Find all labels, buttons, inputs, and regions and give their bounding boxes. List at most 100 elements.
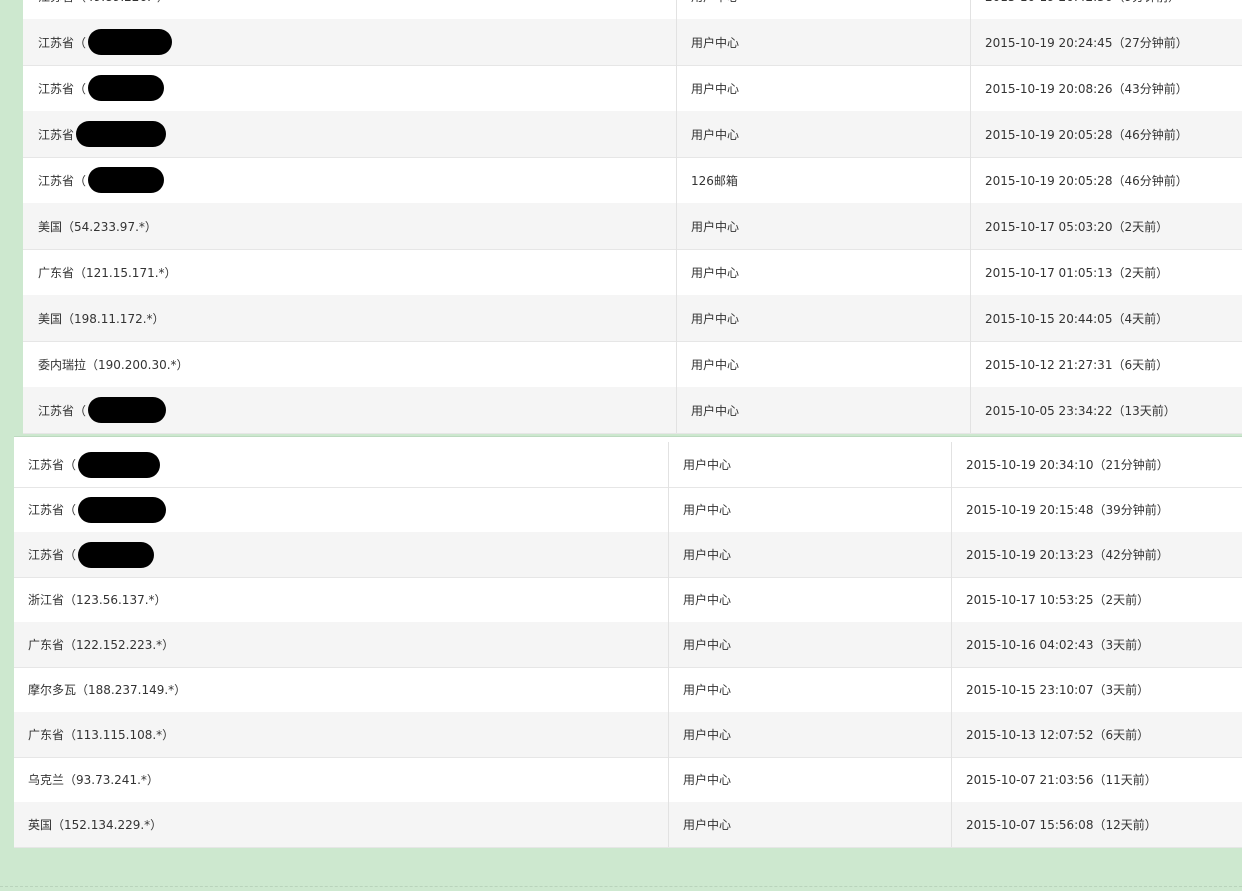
login-time-cell: 2015-10-17 10:53:25（2天前） bbox=[951, 577, 1149, 622]
table-row: 委内瑞拉（190.200.30.*） 用户中心 2015-10-12 21:27:3… bbox=[23, 341, 1242, 388]
login-time-text: 2015-10-19 20:05:28（46分钟前） bbox=[985, 173, 1188, 188]
location-text: 江苏省（ bbox=[28, 503, 77, 517]
table-row: 江苏省 用户中心 2015-10-19 20:05:28（46分钟前） bbox=[23, 111, 1242, 158]
location-cell: 江苏省 bbox=[38, 111, 167, 157]
login-time-text: 2015-10-17 05:03:20（2天前） bbox=[985, 219, 1169, 234]
table-row: 广东省（122.152.223.*） 用户中心 2015-10-16 04:02:4… bbox=[14, 622, 1242, 668]
login-time-cell: 2015-10-05 23:34:22（13天前） bbox=[970, 387, 1176, 433]
location-text: 美国（198.11.172.*） bbox=[38, 311, 165, 326]
redaction-mark bbox=[78, 496, 167, 523]
table-row: 江苏省（ 用户中心 2015-10-05 23:34:22（13天前） bbox=[23, 387, 1242, 434]
service-text: 用户中心 bbox=[691, 0, 739, 5]
location-cell: 江苏省（ bbox=[28, 532, 155, 577]
service-text: 用户中心 bbox=[691, 265, 740, 280]
login-time-cell: 2015-10-19 20:24:45（27分钟前） bbox=[970, 19, 1188, 65]
service-cell: 用户中心 bbox=[668, 442, 731, 487]
divider bbox=[0, 886, 1242, 887]
location-text: 乌克兰（93.73.241.*） bbox=[28, 773, 159, 787]
login-records-table-bottom: 江苏省（ 用户中心 2015-10-19 20:34:10（21分钟前） 江苏省（ 用户… bbox=[14, 436, 1242, 848]
login-time-text: 2015-10-17 01:05:13（2天前） bbox=[985, 265, 1169, 280]
location-text: 江苏省（ bbox=[28, 458, 77, 472]
table-row: 美国（54.233.97.*） 用户中心 2015-10-17 05:03:20（2… bbox=[23, 203, 1242, 250]
table-row: 江苏省（ 126邮箱 2015-10-19 20:05:28（46分钟前） bbox=[23, 157, 1242, 204]
location-text: 广东省（121.15.171.*） bbox=[38, 265, 177, 280]
login-time-text: 2015-10-15 23:10:07（3天前） bbox=[966, 683, 1150, 697]
login-time-cell: 2015-10-17 05:03:20（2天前） bbox=[970, 203, 1168, 249]
service-cell: 用户中心 bbox=[676, 387, 739, 433]
service-cell: 用户中心 bbox=[676, 65, 739, 111]
service-cell: 用户中心 bbox=[676, 19, 739, 65]
login-time-text: 2015-10-16 04:02:43（3天前） bbox=[966, 638, 1150, 652]
location-text: 委内瑞拉（190.200.30.*） bbox=[38, 357, 189, 372]
login-time-cell: 2015-10-15 20:44:05（4天前） bbox=[970, 295, 1168, 341]
login-time-cell: 2015-10-07 21:03:56（11天前） bbox=[951, 757, 1157, 802]
service-cell: 用户中心 bbox=[668, 667, 731, 712]
service-text: 用户中心 bbox=[691, 81, 740, 96]
location-cell: 江苏省（ bbox=[28, 487, 167, 532]
location-cell: 广东省（121.15.171.*） bbox=[38, 249, 177, 295]
redaction-mark bbox=[76, 121, 167, 147]
service-cell: 用户中心 bbox=[676, 249, 739, 295]
table-row: 广东省（121.15.171.*） 用户中心 2015-10-17 01:05:13… bbox=[23, 249, 1242, 296]
login-time-text: 2015-10-07 21:03:56（11天前） bbox=[966, 773, 1157, 787]
redaction-mark bbox=[88, 397, 167, 423]
service-text: 用户中心 bbox=[691, 127, 740, 142]
login-time-cell: 2015-10-19 20:15:48（39分钟前） bbox=[951, 487, 1169, 532]
table-row: 江苏省（ 用户中心 2015-10-19 20:08:26（43分钟前） bbox=[23, 65, 1242, 112]
service-text: 用户中心 bbox=[683, 503, 732, 517]
login-time-text: 2015-10-12 21:27:31（6天前） bbox=[985, 357, 1169, 372]
service-text: 用户中心 bbox=[683, 458, 732, 472]
service-text: 用户中心 bbox=[683, 773, 732, 787]
location-text: 江苏省 bbox=[38, 127, 75, 142]
table-row: 乌克兰（93.73.241.*） 用户中心 2015-10-07 21:03:56（… bbox=[14, 757, 1242, 803]
location-cell: 美国（54.233.97.*） bbox=[38, 203, 157, 249]
service-cell: 126邮箱 bbox=[676, 157, 738, 203]
table-row: 江苏省（ 用户中心 2015-10-19 20:24:45（27分钟前） bbox=[23, 19, 1242, 66]
login-time-cell: 2015-10-19 20:05:28（46分钟前） bbox=[970, 157, 1188, 203]
table-row: 广东省（113.115.108.*） 用户中心 2015-10-13 12:07:5… bbox=[14, 712, 1242, 758]
location-text: 江苏省（ bbox=[38, 81, 87, 96]
login-time-text: 2015-10-19 20:05:28（46分钟前） bbox=[985, 127, 1188, 142]
login-time-text: 2015-10-19 20:13:23（42分钟前） bbox=[966, 548, 1169, 562]
login-records-table-top: 江苏省（49.89.226.*） 用户中心 2015-10-19 20:42:36（… bbox=[23, 0, 1242, 434]
service-text: 用户中心 bbox=[683, 683, 732, 697]
service-cell: 用户中心 bbox=[668, 622, 731, 667]
location-cell: 浙江省（123.56.137.*） bbox=[28, 577, 167, 622]
service-text: 用户中心 bbox=[691, 357, 740, 372]
location-cell: 委内瑞拉（190.200.30.*） bbox=[38, 341, 189, 387]
service-text: 126邮箱 bbox=[691, 173, 738, 188]
service-cell: 用户中心 bbox=[676, 341, 739, 387]
login-time-cell: 2015-10-13 12:07:52（6天前） bbox=[951, 712, 1149, 757]
table-row: 英国（152.134.229.*） 用户中心 2015-10-07 15:56:08… bbox=[14, 802, 1242, 848]
table-row: 江苏省（ 用户中心 2015-10-19 20:15:48（39分钟前） bbox=[14, 487, 1242, 533]
location-text: 浙江省（123.56.137.*） bbox=[28, 593, 167, 607]
service-cell: 用户中心 bbox=[676, 295, 739, 341]
login-time-text: 2015-10-19 20:08:26（43分钟前） bbox=[985, 81, 1188, 96]
service-cell: 用户中心 bbox=[676, 203, 739, 249]
service-text: 用户中心 bbox=[683, 728, 732, 742]
location-text: 摩尔多瓦（188.237.149.*） bbox=[28, 683, 187, 697]
login-time-cell: 2015-10-17 01:05:13（2天前） bbox=[970, 249, 1168, 295]
login-time-text: 2015-10-19 20:34:10（21分钟前） bbox=[966, 458, 1169, 472]
table-row: 江苏省（ 用户中心 2015-10-19 20:13:23（42分钟前） bbox=[14, 532, 1242, 578]
table-row: 江苏省（ 用户中心 2015-10-19 20:34:10（21分钟前） bbox=[14, 442, 1242, 488]
login-time-text: 2015-10-19 20:15:48（39分钟前） bbox=[966, 503, 1169, 517]
location-text: 江苏省（ bbox=[38, 173, 87, 188]
service-cell: 用户中心 bbox=[668, 487, 731, 532]
service-text: 用户中心 bbox=[691, 219, 740, 234]
redaction-mark bbox=[78, 451, 161, 478]
location-cell: 江苏省（ bbox=[28, 442, 161, 487]
table-row: 江苏省（49.89.226.*） 用户中心 2015-10-19 20:42:36（… bbox=[23, 0, 1242, 20]
service-cell: 用户中心 bbox=[668, 802, 731, 847]
location-cell: 江苏省（ bbox=[38, 65, 165, 111]
location-cell: 美国（198.11.172.*） bbox=[38, 295, 165, 341]
login-time-cell: 2015-10-19 20:42:36（9分钟前） bbox=[970, 0, 1180, 19]
location-cell: 英国（152.134.229.*） bbox=[28, 802, 162, 847]
location-cell: 摩尔多瓦（188.237.149.*） bbox=[28, 667, 186, 712]
service-text: 用户中心 bbox=[683, 548, 732, 562]
login-time-cell: 2015-10-15 23:10:07（3天前） bbox=[951, 667, 1149, 712]
service-text: 用户中心 bbox=[683, 818, 732, 832]
location-text: 江苏省（ bbox=[38, 35, 87, 50]
login-time-text: 2015-10-13 12:07:52（6天前） bbox=[966, 728, 1150, 742]
location-text: 美国（54.233.97.*） bbox=[38, 219, 157, 234]
